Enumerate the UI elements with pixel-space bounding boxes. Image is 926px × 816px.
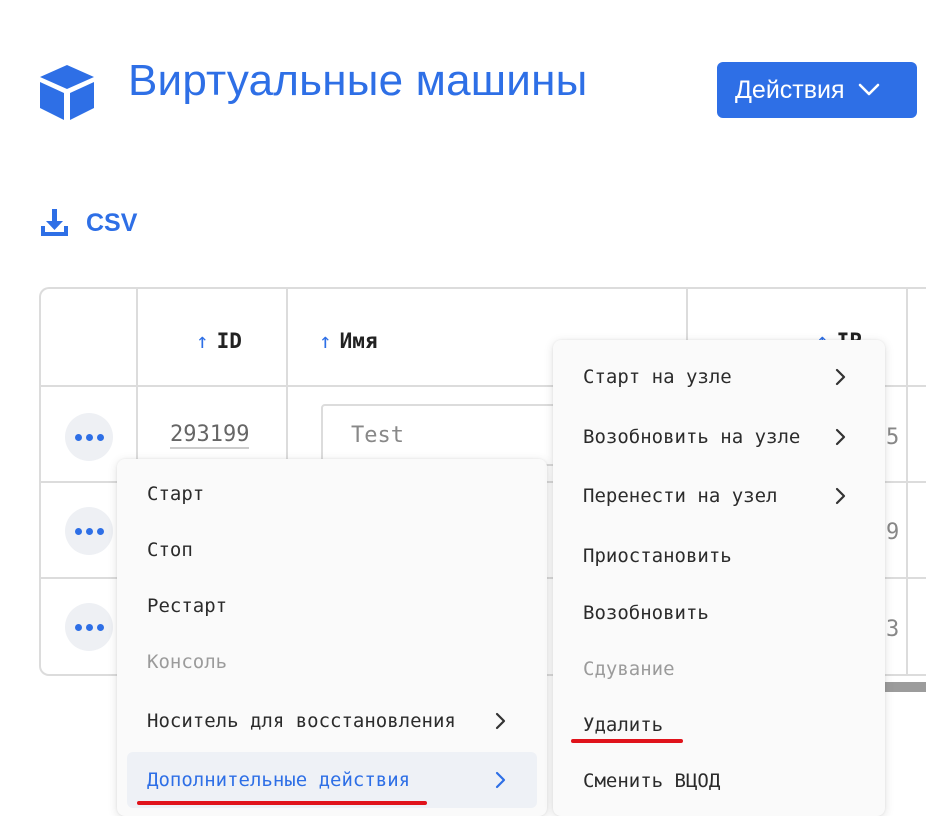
ip-cell-fragment: 3	[886, 617, 900, 642]
actions-button-label: Действия	[735, 75, 845, 104]
chevron-right-icon	[495, 712, 506, 730]
vm-id-link[interactable]: 293199	[170, 422, 250, 449]
horizontal-scrollbar[interactable]	[884, 682, 926, 692]
menu-item-console: Консоль	[147, 651, 228, 673]
chevron-right-icon	[495, 771, 506, 789]
menu-item-migrate-to-node[interactable]: Перенести на узел	[553, 468, 885, 524]
sort-arrow-up-icon: ↑	[319, 329, 332, 353]
menu-item-start[interactable]: Старт	[117, 466, 547, 522]
csv-label: CSV	[86, 208, 138, 237]
chevron-right-icon	[835, 368, 846, 386]
row-actions-button[interactable]	[65, 603, 113, 651]
column-header-name[interactable]: ↑ Имя	[319, 329, 378, 353]
row-actions-button[interactable]	[65, 413, 113, 461]
menu-item-resume-on-node[interactable]: Возобновить на узле	[553, 409, 885, 465]
menu-item-start-on-node[interactable]: Старт на узле	[553, 349, 885, 405]
more-actions-submenu: Старт на узле Возобновить на узле Перене…	[553, 340, 885, 816]
menu-item-pause[interactable]: Приостановить	[553, 528, 885, 584]
menu-item-stop[interactable]: Стоп	[117, 522, 547, 578]
csv-export-link[interactable]: CSV	[38, 206, 137, 240]
column-header-id[interactable]: ↑ ID	[196, 329, 242, 353]
menu-item-restart[interactable]: Рестарт	[117, 578, 547, 634]
cube-icon	[38, 63, 96, 121]
highlight-underline-delete	[571, 739, 683, 743]
sort-arrow-up-icon: ↑	[196, 329, 209, 353]
menu-item-change-vdc[interactable]: Сменить ВЦОД	[553, 753, 885, 809]
page-title: Виртуальные машины	[128, 56, 588, 105]
chevron-right-icon	[835, 428, 846, 446]
ip-cell-fragment: 9	[886, 520, 900, 545]
ip-cell-fragment: 5	[886, 425, 900, 450]
chevron-down-icon	[858, 83, 879, 96]
row-actions-button[interactable]	[65, 507, 113, 555]
chevron-right-icon	[835, 487, 846, 505]
vm-name-field[interactable]: Test	[321, 404, 561, 466]
highlight-underline-more-actions	[137, 801, 427, 805]
actions-button[interactable]: Действия	[717, 62, 917, 118]
menu-item-more-actions[interactable]: Дополнительные действия	[127, 752, 537, 808]
download-icon	[41, 209, 68, 236]
menu-item-delete[interactable]: Удалить	[553, 697, 885, 753]
menu-item-recovery-media[interactable]: Носитель для восстановления	[117, 693, 547, 749]
menu-item-deflate: Сдувание	[583, 658, 675, 680]
row-context-menu: Старт Стоп Рестарт Консоль Носитель для …	[117, 459, 547, 816]
menu-item-resume[interactable]: Возобновить	[553, 585, 885, 641]
